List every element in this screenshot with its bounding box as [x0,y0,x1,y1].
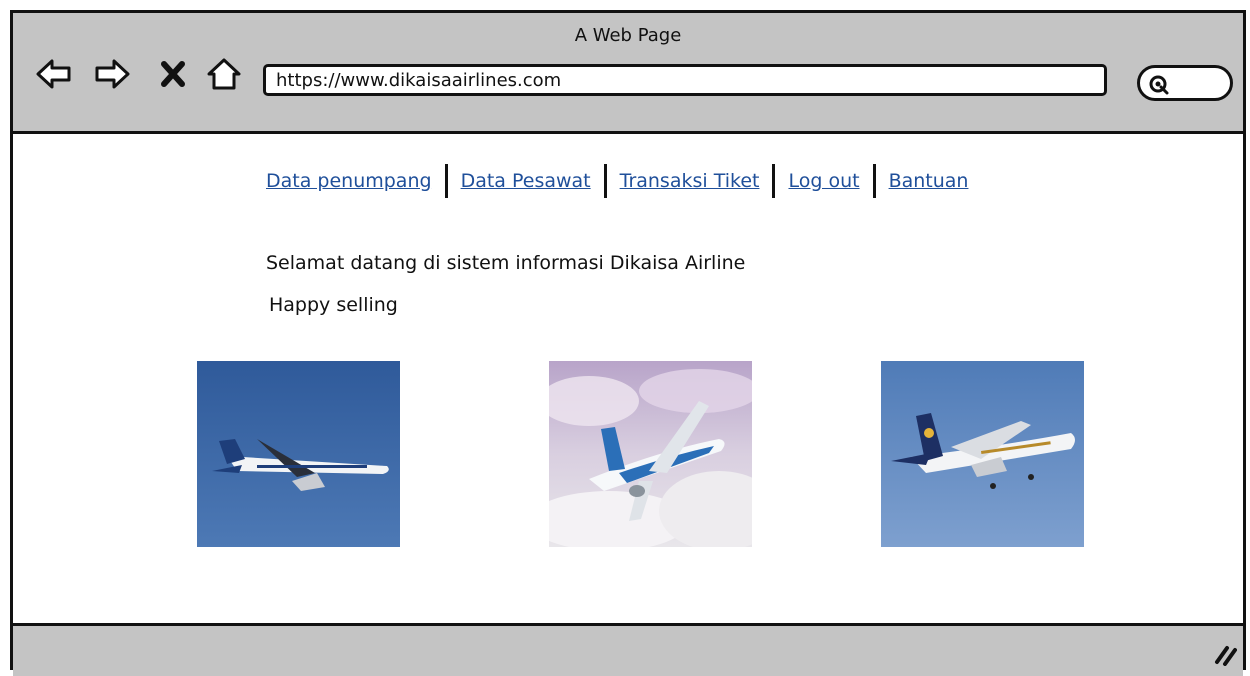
browser-window: A Web Page Data penumpang Data Pesawat [10,10,1246,676]
menu-link-transaksi-tiket[interactable]: Transaksi Tiket [620,170,760,192]
forward-arrow-icon[interactable] [93,55,131,93]
airplane-photo-1 [197,361,400,547]
main-menu: Data penumpang Data Pesawat Transaksi Ti… [266,164,968,198]
search-icon [1149,75,1169,95]
close-icon[interactable] [158,55,188,93]
menu-link-data-penumpang[interactable]: Data penumpang [266,170,432,192]
menu-link-bantuan[interactable]: Bantuan [889,170,969,192]
menu-divider [772,164,776,198]
menu-divider [444,164,448,198]
menu-divider [872,164,876,198]
airplane-photo-2 [549,361,752,547]
welcome-text: Selamat datang di sistem informasi Dikai… [266,252,746,274]
menu-divider [603,164,607,198]
menu-link-log-out[interactable]: Log out [788,170,859,192]
address-bar-input[interactable] [263,64,1107,96]
window-title: A Web Page [574,25,682,46]
browser-status-bar [13,623,1243,676]
browser-toolbar: A Web Page [13,13,1243,134]
back-arrow-icon[interactable] [35,55,73,93]
search-button[interactable] [1137,65,1233,101]
airplane-photo-3 [881,361,1084,547]
menu-link-data-pesawat[interactable]: Data Pesawat [461,170,591,192]
tagline-text: Happy selling [269,294,398,316]
home-icon[interactable] [205,55,243,93]
resize-grip-icon[interactable] [1211,640,1237,666]
